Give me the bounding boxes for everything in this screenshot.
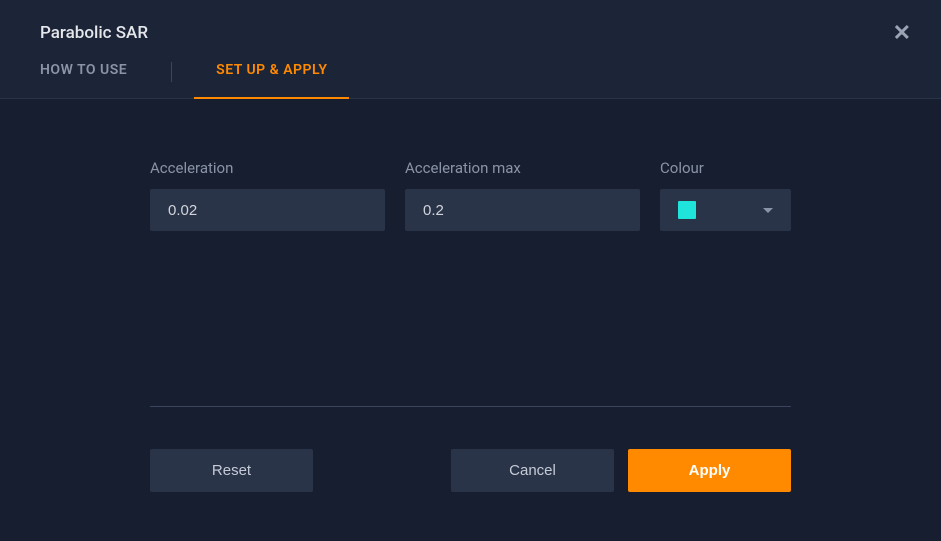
reset-button[interactable]: Reset <box>150 449 313 492</box>
tabs-container: HOW TO USE SET UP & APPLY <box>0 62 941 99</box>
dialog-header: Parabolic SAR ✕ HOW TO USE SET UP & APPL… <box>0 0 941 99</box>
dialog-content: Acceleration Acceleration max Colour Res… <box>0 99 941 492</box>
close-button[interactable]: ✕ <box>893 22 911 44</box>
close-icon: ✕ <box>893 20 911 45</box>
fields-row: Acceleration Acceleration max Colour <box>150 159 791 231</box>
acceleration-field-group: Acceleration <box>150 159 385 231</box>
indicator-settings-dialog: Parabolic SAR ✕ HOW TO USE SET UP & APPL… <box>0 0 941 541</box>
acceleration-max-field-group: Acceleration max <box>405 159 640 231</box>
dialog-footer: Reset Cancel Apply <box>150 407 791 492</box>
tab-how-to-use[interactable]: HOW TO USE <box>40 62 127 98</box>
colour-field-group: Colour <box>660 159 791 231</box>
colour-select[interactable] <box>660 189 791 231</box>
apply-button[interactable]: Apply <box>628 449 791 492</box>
colour-label: Colour <box>660 159 791 177</box>
tab-separator <box>171 62 172 82</box>
title-row: Parabolic SAR ✕ <box>0 0 941 44</box>
tab-setup-apply[interactable]: SET UP & APPLY <box>216 62 327 98</box>
acceleration-max-input[interactable] <box>405 189 640 231</box>
cancel-button[interactable]: Cancel <box>451 449 614 492</box>
acceleration-max-label: Acceleration max <box>405 159 640 177</box>
chevron-down-icon <box>763 208 773 213</box>
colour-swatch <box>678 201 696 219</box>
dialog-title: Parabolic SAR <box>40 23 148 43</box>
acceleration-label: Acceleration <box>150 159 385 177</box>
footer-right-buttons: Cancel Apply <box>451 449 791 492</box>
acceleration-input[interactable] <box>150 189 385 231</box>
